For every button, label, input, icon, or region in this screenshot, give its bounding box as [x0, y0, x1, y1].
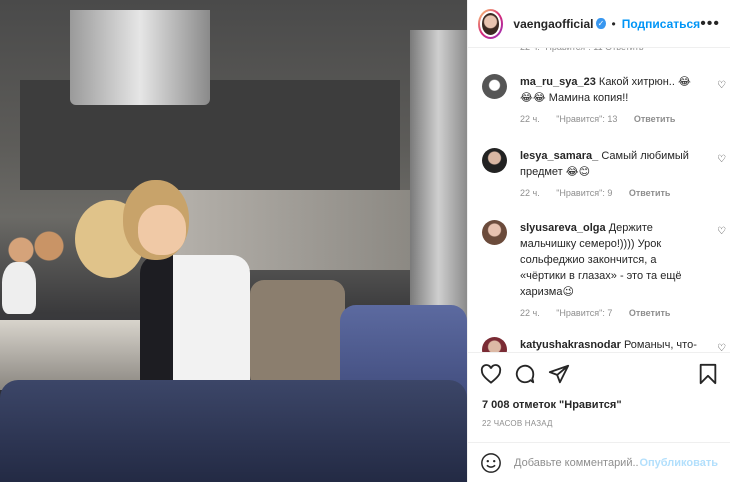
comment-time[interactable]: 22 ч.: [520, 188, 540, 198]
header-username[interactable]: vaengaofficial: [513, 17, 593, 31]
photo-chair: [250, 280, 345, 390]
separator: •: [611, 16, 616, 31]
comment-meta: 22 ч. "Нравится": 7 Ответить: [520, 308, 716, 318]
emoji-icon[interactable]: [480, 452, 502, 474]
add-comment-bar: Опубликовать: [468, 442, 730, 482]
comments-list[interactable]: 22 ч. "Нравится": 11 Ответить ma_ru_sya_…: [468, 38, 730, 352]
comment-likes[interactable]: "Нравится": 13: [556, 114, 617, 124]
heart-icon[interactable]: ♡: [717, 343, 726, 352]
comment-username[interactable]: katyushakrasnodar: [520, 339, 621, 351]
post-header: vaengaofficial ✓ • Подписаться •••: [468, 0, 730, 48]
photo-vase: [2, 262, 36, 314]
follow-button[interactable]: Подписаться: [622, 17, 700, 31]
comment-likes[interactable]: "Нравится": 9: [556, 188, 612, 198]
heart-icon[interactable]: ♡: [717, 154, 726, 165]
photo-child-body: [140, 255, 250, 390]
avatar[interactable]: [482, 148, 507, 173]
post-photo[interactable]: [0, 0, 467, 482]
photo-fridge: [410, 30, 467, 330]
avatar[interactable]: [482, 220, 507, 245]
comment-username[interactable]: lesya_samara_: [520, 150, 598, 162]
comment-input[interactable]: [514, 456, 640, 469]
comment-item: lesya_samara_ Самый любимый предмет 😂😊 2…: [468, 148, 730, 198]
photo-child-face: [138, 205, 186, 255]
comment-meta: 22 ч. "Нравится": 13 Ответить: [520, 114, 716, 124]
heart-icon[interactable]: [480, 364, 502, 384]
photo-range-hood: [70, 10, 210, 105]
comment-time[interactable]: 22 ч.: [520, 114, 540, 124]
post-timestamp[interactable]: 22 часов назад: [468, 419, 730, 428]
more-options-icon[interactable]: •••: [700, 15, 720, 33]
post-sidebar: 22 ч. "Нравится": 11 Ответить ma_ru_sya_…: [467, 0, 730, 482]
bookmark-icon[interactable]: [698, 363, 718, 385]
comment-username[interactable]: slyusareva_olga: [520, 222, 606, 234]
heart-icon[interactable]: ♡: [717, 80, 726, 91]
likes-count[interactable]: 7 008 отметок "Нравится": [468, 399, 730, 411]
reply-button[interactable]: Ответить: [629, 308, 671, 318]
heart-icon[interactable]: ♡: [717, 226, 726, 237]
publish-button[interactable]: Опубликовать: [639, 457, 718, 469]
comment-text: Романыч, что-: [623, 339, 697, 351]
post-actions: 7 008 отметок "Нравится" 22 часов назад …: [468, 352, 730, 482]
comment-item: slyusareva_olga Держите мальчишку семеро…: [468, 220, 730, 318]
comment-icon[interactable]: [514, 363, 536, 385]
comment-time[interactable]: 22 ч.: [520, 308, 540, 318]
comment-meta: 22 ч. "Нравится": 9 Ответить: [520, 188, 716, 198]
comment-username[interactable]: ma_ru_sya_23: [520, 76, 596, 88]
reply-button[interactable]: Ответить: [629, 188, 671, 198]
share-icon[interactable]: [548, 363, 570, 385]
reply-button[interactable]: Ответить: [634, 114, 676, 124]
comment-item: ma_ru_sya_23 Какой хитрюн.. 😂😂😂 Мамина к…: [468, 74, 730, 124]
avatar[interactable]: [478, 8, 504, 39]
photo-sofa: [0, 380, 467, 482]
comment-item: katyushakrasnodar Романыч, что- ♡: [468, 337, 730, 352]
avatar[interactable]: [482, 337, 507, 352]
instagram-post: 22 ч. "Нравится": 11 Ответить ma_ru_sya_…: [0, 0, 730, 482]
avatar[interactable]: [482, 74, 507, 99]
comment-likes[interactable]: "Нравится": 7: [556, 308, 612, 318]
verified-icon: ✓: [596, 18, 606, 29]
